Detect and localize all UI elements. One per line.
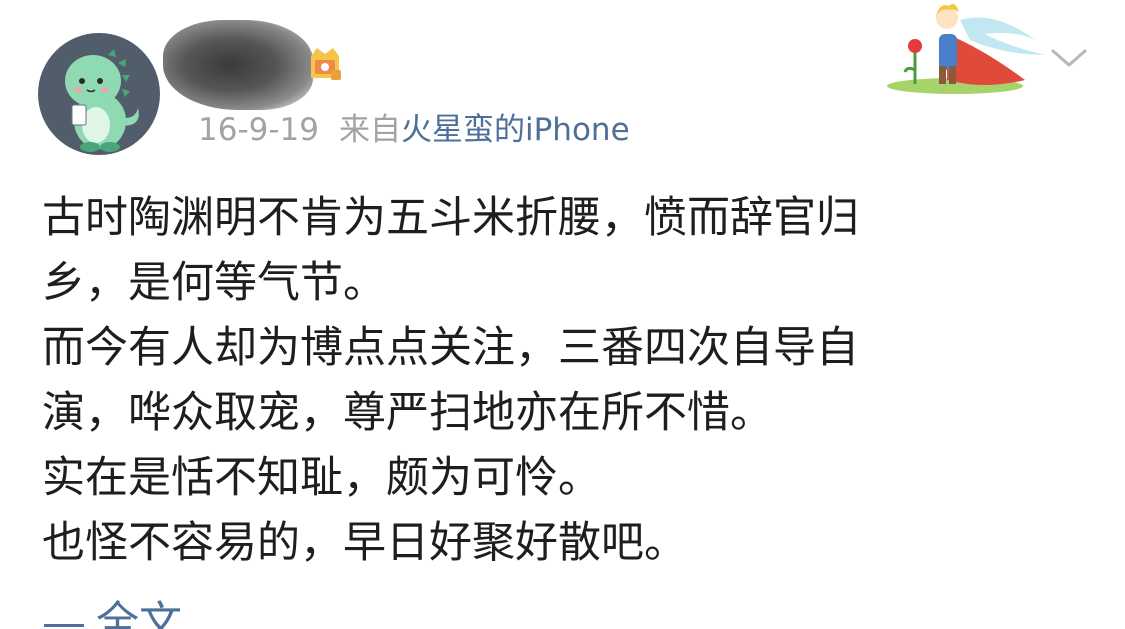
full-text-link[interactable]: 全文: [44, 595, 182, 629]
post-content: 古时陶渊明不肯为五斗米折腰，愤而辞官归 乡，是何等气节。 而今有人却为博点点关注…: [42, 186, 1042, 576]
post-date: 16-9-19: [198, 112, 319, 148]
content-line: 演，哗众取宠，尊严扫地亦在所不惜。: [42, 388, 773, 438]
vip-badge-icon[interactable]: [305, 44, 345, 84]
dinosaur-avatar-icon: [65, 49, 139, 152]
content-line: 古时陶渊明不肯为五斗米折腰，愤而辞官归: [42, 193, 859, 243]
post-meta: 16-9-19 来自火星蛮的iPhone: [198, 110, 630, 150]
content-line: 也怪不容易的，早日好聚好散吧。: [42, 518, 687, 568]
content-line: 实在是恬不知耻，颇为可怜。: [42, 453, 601, 503]
full-text-dash: [44, 624, 84, 627]
content-line: 而今有人却为博点点关注，三番四次自导自: [42, 323, 859, 373]
little-prince-decoration: [885, 0, 1055, 100]
source-device-link[interactable]: 火星蛮的iPhone: [401, 112, 630, 148]
full-text-label[interactable]: 全文: [96, 598, 182, 629]
source-prefix: 来自: [339, 112, 401, 148]
weibo-post: 16-9-19 来自火星蛮的iPhone 古时陶渊明不肯为五斗米折腰，愤而辞官归…: [0, 0, 1125, 629]
username-obscured[interactable]: [163, 20, 313, 110]
content-line: 乡，是何等气节。: [42, 258, 386, 308]
chevron-down-icon[interactable]: [1049, 43, 1089, 73]
avatar[interactable]: [38, 33, 160, 155]
